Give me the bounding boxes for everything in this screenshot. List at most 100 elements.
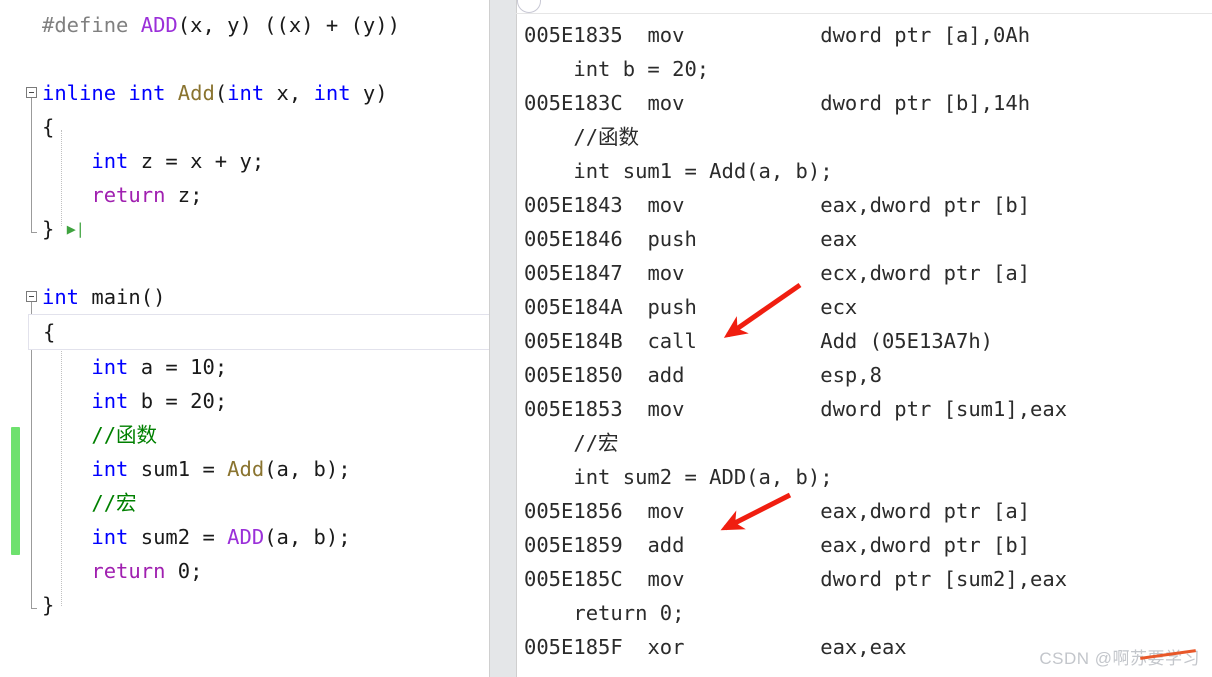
instruction-mnemonic: add bbox=[647, 363, 685, 387]
interleaved-source-text: return 0; bbox=[524, 601, 685, 625]
code-token: b = bbox=[128, 389, 191, 413]
instruction-address: 005E185F bbox=[524, 635, 623, 659]
disassembly-instruction-row[interactable]: 005E185C mov dword ptr [sum2],eax bbox=[516, 562, 1212, 596]
code-token: 20 bbox=[190, 389, 215, 413]
disassembly-source-row[interactable]: int sum2 = ADD(a, b); bbox=[516, 460, 1212, 494]
instruction-operands: Add (05E13A7h) bbox=[820, 329, 994, 353]
source-line[interactable]: int sum1 = Add(a, b); bbox=[28, 452, 489, 486]
disassembly-instruction-row[interactable]: 005E1859 add eax,dword ptr [b] bbox=[516, 528, 1212, 562]
code-token: } bbox=[42, 217, 55, 241]
instruction-address: 005E1843 bbox=[524, 193, 623, 217]
instruction-address: 005E1850 bbox=[524, 363, 623, 387]
code-token: a = bbox=[128, 355, 191, 379]
code-token: sum2 = bbox=[128, 525, 228, 549]
source-code-editor[interactable]: #define ADD(x, y) ((x) + (y)) inline int … bbox=[0, 0, 490, 677]
code-token: (a, b); bbox=[264, 525, 351, 549]
code-token: z; bbox=[165, 183, 203, 207]
code-token: return bbox=[91, 183, 166, 207]
source-line[interactable]: int main() bbox=[26, 280, 489, 314]
code-token: int bbox=[91, 355, 129, 379]
disassembly-source-row[interactable]: //宏 bbox=[516, 426, 1212, 460]
instruction-mnemonic: mov bbox=[647, 567, 685, 591]
interleaved-source-text: int sum2 = ADD(a, b); bbox=[524, 465, 833, 489]
disassembly-instruction-row[interactable]: 005E1835 mov dword ptr [a],0Ah bbox=[516, 18, 1212, 52]
instruction-address: 005E1859 bbox=[524, 533, 623, 557]
disassembly-instruction-row[interactable]: 005E1853 mov dword ptr [sum1],eax bbox=[516, 392, 1212, 426]
collapse-minus-icon[interactable] bbox=[26, 87, 37, 98]
source-line[interactable]: return 0; bbox=[28, 554, 489, 588]
source-line[interactable]: int b = 20; bbox=[28, 384, 489, 418]
source-line-list[interactable]: #define ADD(x, y) ((x) + (y)) inline int … bbox=[26, 0, 489, 622]
disassembly-line-list[interactable]: 005E1835 mov dword ptr [a],0Ah int b = 2… bbox=[516, 0, 1212, 664]
instruction-mnemonic: mov bbox=[647, 193, 685, 217]
instruction-address: 005E185C bbox=[524, 567, 623, 591]
editor-change-gutter bbox=[0, 0, 28, 677]
instruction-operands: dword ptr [b],14h bbox=[820, 91, 1031, 115]
code-token: int bbox=[313, 81, 351, 105]
source-line[interactable]: int z = x + y; bbox=[28, 144, 489, 178]
instruction-mnemonic: mov bbox=[647, 499, 685, 523]
disassembly-instruction-row[interactable]: 005E184A push ecx bbox=[516, 290, 1212, 324]
source-line-current[interactable]: { bbox=[28, 314, 489, 350]
screenshot-root: #define ADD(x, y) ((x) + (y)) inline int … bbox=[0, 0, 1212, 677]
source-line[interactable]: //宏 bbox=[28, 486, 489, 520]
source-line[interactable]: int a = 10; bbox=[28, 350, 489, 384]
source-line[interactable]: return z; bbox=[28, 178, 489, 212]
instruction-address: 005E1835 bbox=[524, 23, 623, 47]
source-line[interactable]: } ▶| bbox=[28, 212, 489, 246]
code-token: //函数 bbox=[91, 423, 158, 447]
disassembly-gutter[interactable] bbox=[490, 0, 517, 677]
disassembly-source-row[interactable]: int sum1 = Add(a, b); bbox=[516, 154, 1212, 188]
source-line[interactable]: #define ADD(x, y) ((x) + (y)) bbox=[28, 8, 489, 42]
disassembly-instruction-row[interactable]: 005E1850 add esp,8 bbox=[516, 358, 1212, 392]
disassembly-source-row[interactable]: return 0; bbox=[516, 596, 1212, 630]
instruction-operands: dword ptr [sum1],eax bbox=[820, 397, 1068, 421]
source-line[interactable]: } bbox=[28, 588, 489, 622]
interleaved-source-text: //宏 bbox=[524, 431, 619, 455]
disassembly-view[interactable]: 005E1835 mov dword ptr [a],0Ah int b = 2… bbox=[490, 0, 1212, 677]
code-token: ; bbox=[214, 389, 228, 413]
instruction-operands: esp,8 bbox=[820, 363, 882, 387]
code-token: ; bbox=[190, 559, 203, 583]
disassembly-source-row[interactable]: //函数 bbox=[516, 120, 1212, 154]
source-line[interactable]: inline int Add(int x, int y) bbox=[26, 76, 489, 110]
source-line[interactable] bbox=[28, 246, 489, 280]
disassembly-instruction-row[interactable]: 005E1843 mov eax,dword ptr [b] bbox=[516, 188, 1212, 222]
code-token: //宏 bbox=[91, 491, 137, 515]
code-token: y) bbox=[350, 81, 388, 105]
run-to-cursor-icon[interactable]: ▶| bbox=[67, 212, 85, 246]
source-line[interactable]: { bbox=[28, 110, 489, 144]
instruction-address: 005E184B bbox=[524, 329, 623, 353]
interleaved-source-text: int b = 20; bbox=[524, 57, 710, 81]
unsaved-change-indicator bbox=[11, 427, 20, 555]
instruction-mnemonic: mov bbox=[647, 261, 685, 285]
disassembly-instruction-row[interactable]: 005E1856 mov eax,dword ptr [a] bbox=[516, 494, 1212, 528]
disassembly-instruction-row[interactable]: 005E183C mov dword ptr [b],14h bbox=[516, 86, 1212, 120]
disassembly-instruction-row[interactable]: 005E1847 mov ecx,dword ptr [a] bbox=[516, 256, 1212, 290]
code-token: int bbox=[128, 81, 166, 105]
source-line[interactable]: //函数 bbox=[28, 418, 489, 452]
code-token: int bbox=[227, 81, 265, 105]
interleaved-source-text: int sum1 = Add(a, b); bbox=[524, 159, 833, 183]
instruction-operands: eax,eax bbox=[820, 635, 907, 659]
disassembly-source-row[interactable]: int b = 20; bbox=[516, 52, 1212, 86]
instruction-mnemonic: call bbox=[647, 329, 697, 353]
code-token: #define bbox=[42, 13, 141, 37]
collapse-minus-icon[interactable] bbox=[26, 291, 37, 302]
code-token: int bbox=[91, 389, 129, 413]
instruction-mnemonic: push bbox=[647, 227, 697, 251]
disassembly-instruction-row[interactable]: 005E184B call Add (05E13A7h) bbox=[516, 324, 1212, 358]
source-line[interactable]: int sum2 = ADD(a, b); bbox=[28, 520, 489, 554]
code-token: { bbox=[42, 115, 55, 139]
code-token: int bbox=[42, 285, 80, 309]
instruction-address: 005E1846 bbox=[524, 227, 623, 251]
disassembly-instruction-row[interactable]: 005E1846 push eax bbox=[516, 222, 1212, 256]
source-line[interactable] bbox=[28, 42, 489, 76]
